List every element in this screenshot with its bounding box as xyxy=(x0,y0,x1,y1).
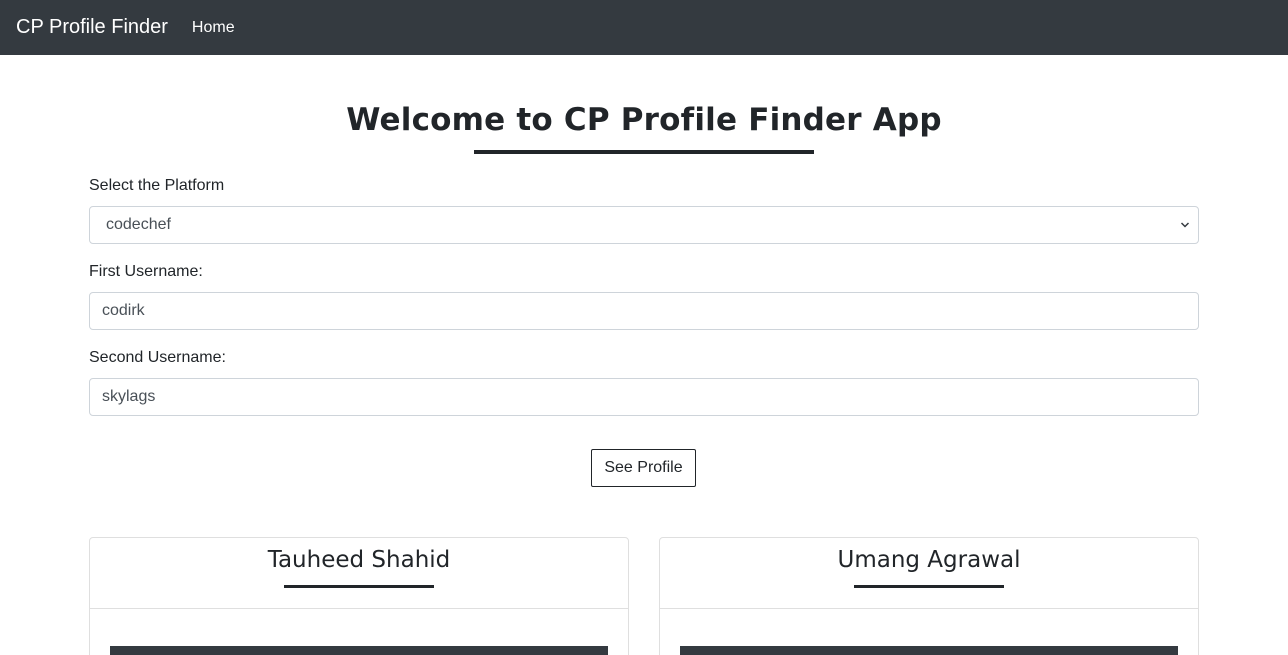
first-username-value: codirk xyxy=(102,302,145,319)
profile-card-header: Umang Agrawal xyxy=(660,538,1198,609)
profile-card-header: Tauheed Shahid xyxy=(90,538,628,609)
profile-card-first: Tauheed Shahid xyxy=(89,537,629,655)
title-underline xyxy=(474,150,814,154)
nav-link-home[interactable]: Home xyxy=(192,19,235,37)
platform-select[interactable]: codechef xyxy=(89,206,1199,244)
profile-name-underline xyxy=(284,585,434,588)
first-username-label: First Username: xyxy=(89,263,203,280)
navbar-brand[interactable]: CP Profile Finder xyxy=(16,16,168,39)
second-username-value: skylags xyxy=(102,388,156,405)
platform-label: Select the Platform xyxy=(89,177,225,194)
see-profile-button[interactable]: See Profile xyxy=(591,449,696,487)
second-username-input[interactable]: skylags xyxy=(89,378,1199,416)
profile-card-dark-panel xyxy=(680,646,1178,655)
profile-name: Tauheed Shahid xyxy=(267,547,451,573)
platform-select-value: codechef xyxy=(106,216,171,233)
first-username-input[interactable]: codirk xyxy=(89,292,1199,330)
profile-name-underline xyxy=(854,585,1004,588)
profile-card-second: Umang Agrawal xyxy=(659,537,1199,655)
page-title: Welcome to CP Profile Finder App xyxy=(346,102,942,138)
navbar: CP Profile Finder Home xyxy=(0,0,1288,55)
chevron-down-icon xyxy=(1180,222,1190,228)
profile-card-dark-panel xyxy=(110,646,608,655)
profile-name: Umang Agrawal xyxy=(837,547,1021,573)
second-username-label: Second Username: xyxy=(89,349,226,366)
